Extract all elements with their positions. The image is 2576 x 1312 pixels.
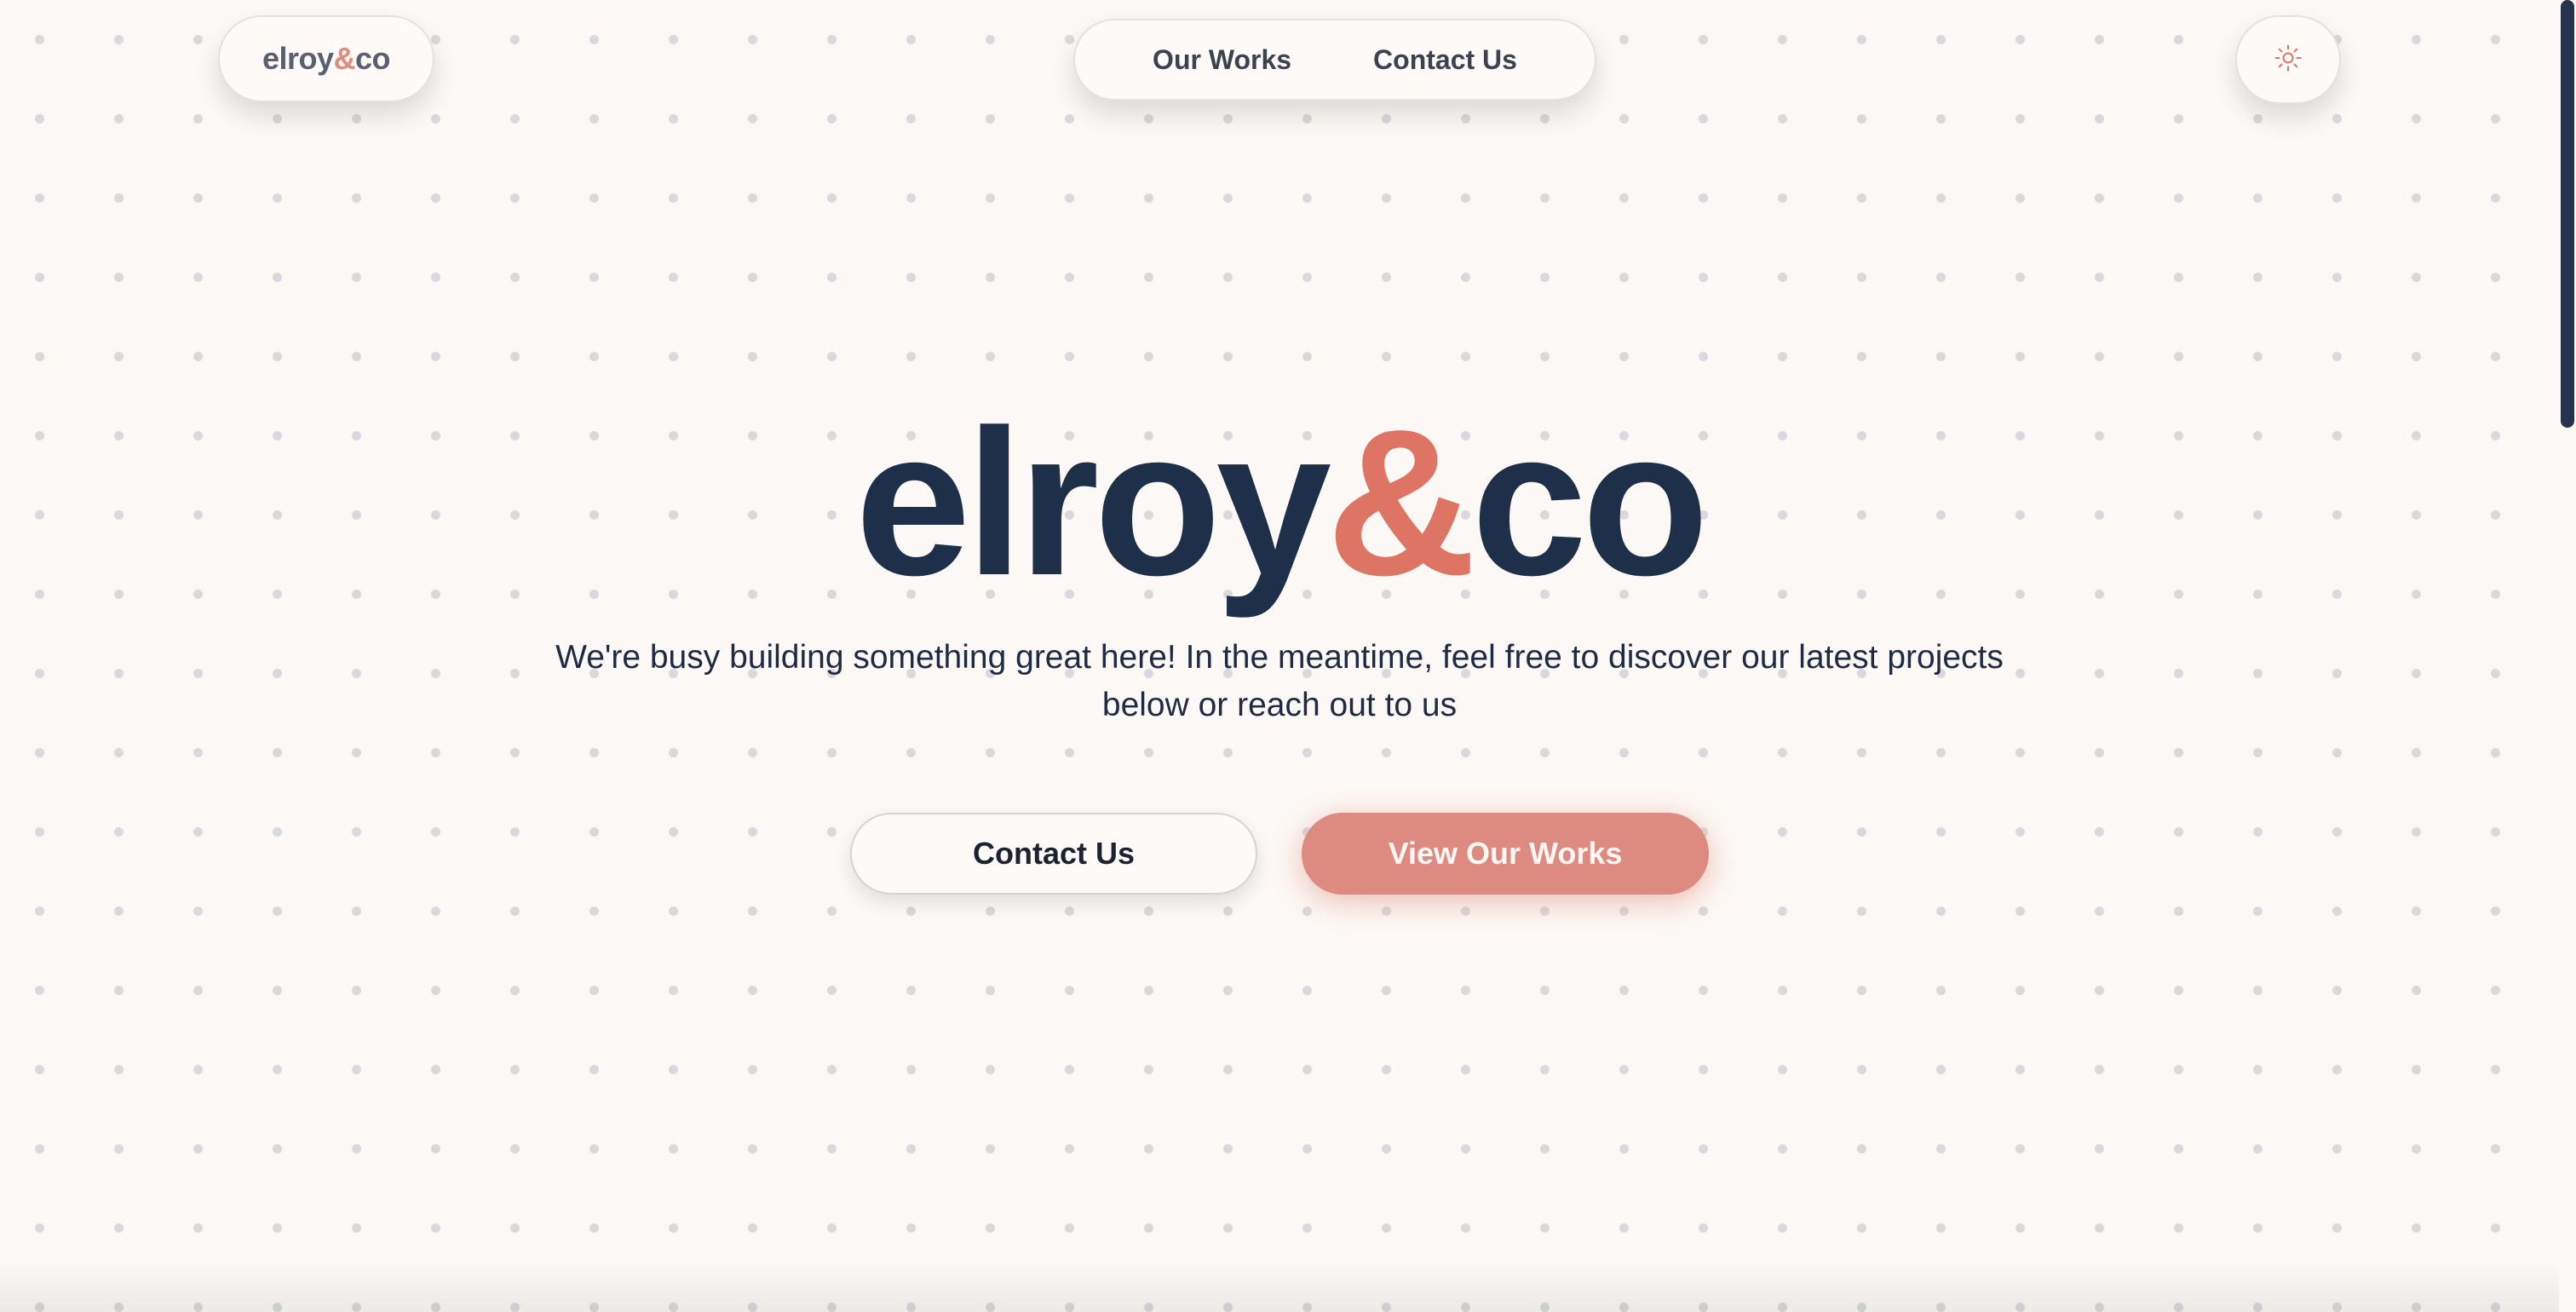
sun-icon (2274, 43, 2303, 77)
view-our-works-button[interactable]: View Our Works (1302, 813, 1709, 895)
page: elroy&co Our Works Contact Us elroy&co W… (0, 0, 2576, 1312)
scrollbar-thumb[interactable] (2561, 0, 2574, 428)
nav-our-works[interactable]: Our Works (1153, 44, 1291, 76)
hero-subtitle-line-2: below or reach out to us (1101, 687, 1458, 723)
logo-text: elroy&co (262, 41, 391, 76)
hero-subtitle: We're busy building something great here… (511, 634, 2048, 729)
bottom-shadow (0, 1261, 2559, 1312)
logo-button[interactable]: elroy&co (218, 15, 434, 102)
contact-us-button[interactable]: Contact Us (850, 813, 1257, 895)
top-navigation: Our Works Contact Us (1073, 19, 1596, 101)
hero-subtitle-line-1: We're busy building something great here… (555, 639, 2004, 676)
scrollbar-track[interactable] (2559, 0, 2576, 1312)
hero-title: elroy&co (854, 386, 1709, 619)
nav-contact-us[interactable]: Contact Us (1373, 44, 1517, 76)
theme-toggle-button[interactable] (2235, 15, 2341, 104)
